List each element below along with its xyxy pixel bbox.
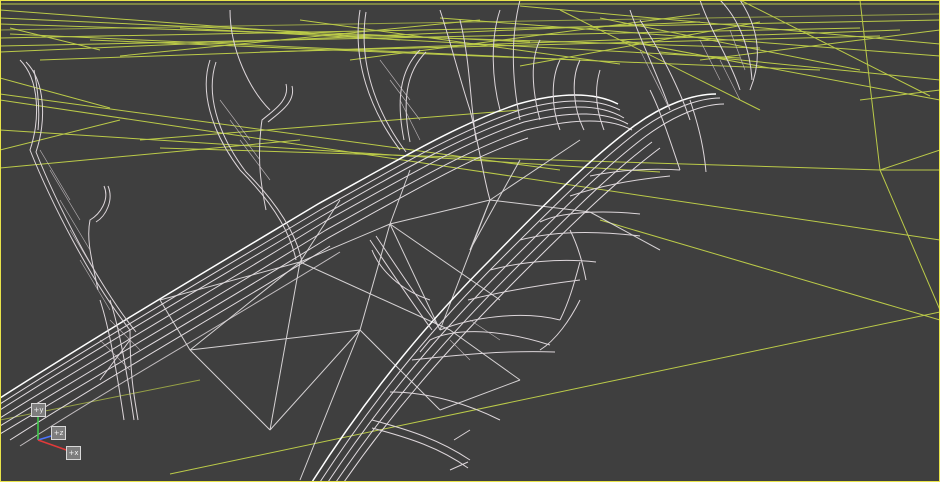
viewport-3d[interactable]: +y +z +x bbox=[0, 0, 940, 482]
axis-tripod-icon: +y +z +x bbox=[28, 400, 88, 466]
gizmo-box-z[interactable]: +z bbox=[51, 426, 66, 440]
root-right bbox=[311, 93, 725, 482]
wireframe-scene[interactable] bbox=[0, 0, 940, 482]
detail-hatching bbox=[39, 29, 746, 371]
gizmo-box-x[interactable]: +x bbox=[66, 446, 81, 460]
ribs-right bbox=[371, 168, 681, 471]
terrain-wireframe bbox=[0, 0, 940, 475]
gizmo-box-y[interactable]: +y bbox=[31, 403, 46, 417]
